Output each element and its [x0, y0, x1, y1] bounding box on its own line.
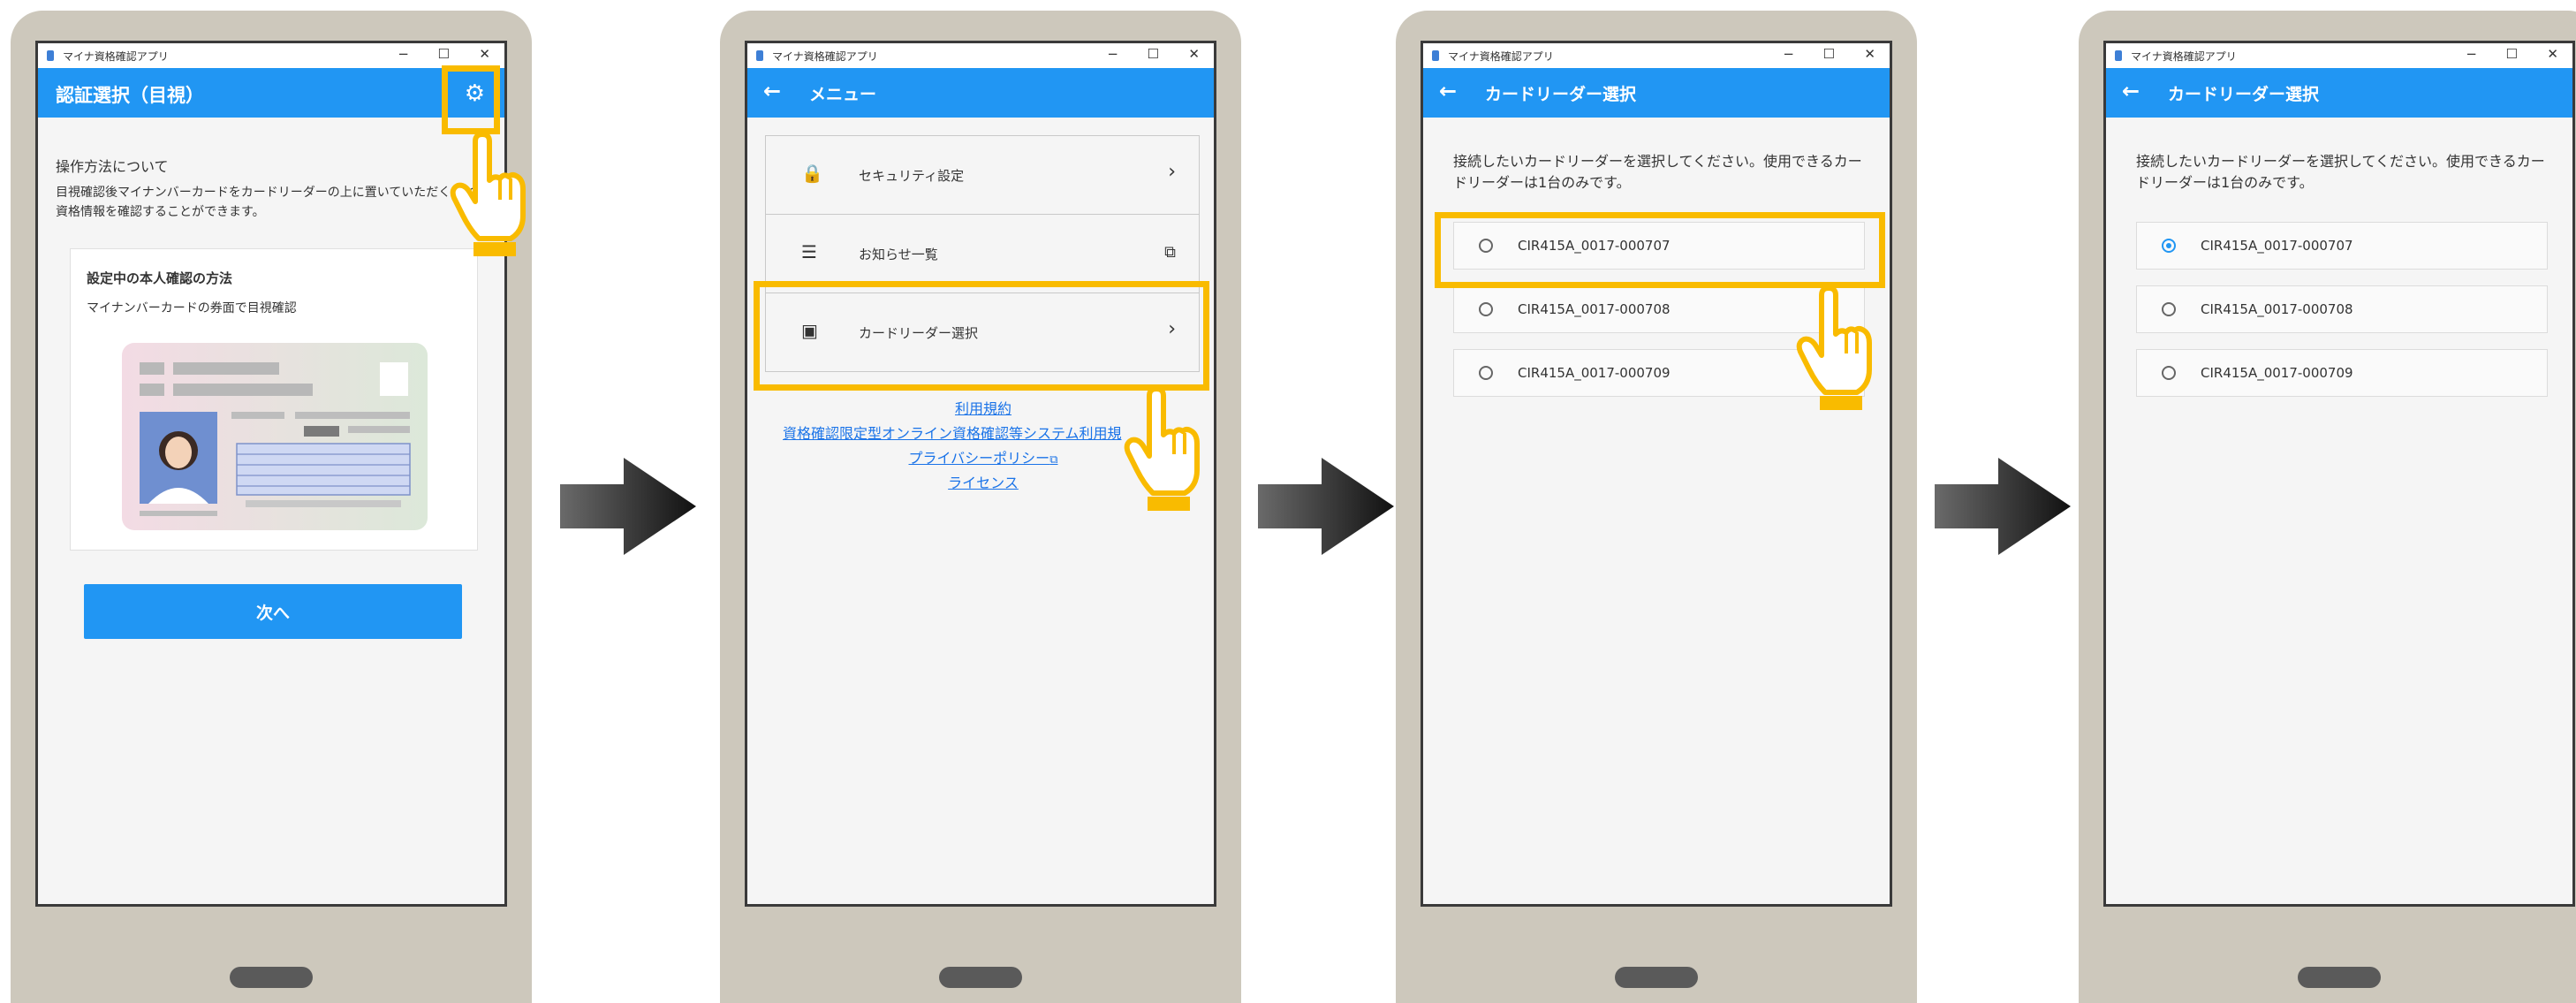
pointing-hand-icon [1124, 389, 1200, 511]
instruction-line2: ドリーダーは1台のみです。 [2136, 174, 2314, 191]
auth-method-card: 設定中の本人確認の方法 マイナンバーカードの券面で目視確認 [70, 248, 478, 551]
reader-option-selected[interactable]: CIR415A_0017-000707 [2136, 222, 2548, 270]
app-icon [2115, 50, 2122, 61]
link-system-terms[interactable]: 資格確認限定型オンライン資格確認等システム利用規 [783, 422, 1122, 443]
phone-frame-step2: マイナ資格確認アプリ − ☐ ✕ ← メニュー 🔒 セキュリティ設定 › ☰ お… [720, 11, 1241, 1003]
radio-button[interactable] [2162, 366, 2176, 380]
back-arrow-icon[interactable]: ← [763, 79, 781, 103]
close-button[interactable]: ✕ [1188, 46, 1200, 62]
close-button[interactable]: ✕ [2547, 46, 2558, 62]
link-privacy-policy-label: プライバシーポリシー [908, 450, 1050, 467]
back-arrow-icon[interactable]: ← [1439, 79, 1457, 103]
app-icon [47, 50, 54, 61]
reader-label: CIR415A_0017-000708 [1518, 301, 1671, 317]
minimize-button[interactable]: − [1107, 46, 1118, 62]
radio-button[interactable] [1479, 302, 1493, 316]
phone-frame-step3: マイナ資格確認アプリ − ☐ ✕ ← カードリーダー選択 接続したいカードリーダ… [1396, 11, 1917, 1003]
open-external-icon: ⧉ [1164, 243, 1176, 262]
window-title: マイナ資格確認アプリ [2131, 50, 2237, 63]
card-heading: 設定中の本人確認の方法 [87, 270, 233, 286]
highlight-frame [1435, 212, 1885, 288]
minimize-button[interactable]: − [1783, 46, 1794, 62]
arrow-right-icon [1935, 458, 2071, 555]
page-title: カードリーダー選択 [1485, 85, 1637, 104]
section-heading: 操作方法について [56, 158, 169, 175]
reader-label: CIR415A_0017-000708 [2201, 301, 2353, 317]
app-bar: ← メニュー [747, 68, 1214, 118]
reader-option[interactable]: CIR415A_0017-000709 [2136, 349, 2548, 397]
window-title: マイナ資格確認アプリ [63, 50, 169, 63]
maximize-button[interactable]: ☐ [1823, 46, 1835, 62]
highlight-frame [754, 281, 1209, 391]
lock-icon: 🔒 [801, 163, 823, 184]
app-window: マイナ資格確認アプリ − ☐ ✕ 認証選択（目視） ⚙ 操作方法について 目視確… [35, 41, 507, 907]
window-titlebar: マイナ資格確認アプリ − ☐ ✕ [2106, 43, 2572, 69]
maximize-button[interactable]: ☐ [1148, 46, 1159, 62]
menu-item-label: お知らせ一覧 [859, 247, 938, 262]
phone-frame-step1: マイナ資格確認アプリ − ☐ ✕ 認証選択（目視） ⚙ 操作方法について 目視確… [11, 11, 532, 1003]
home-button [230, 967, 313, 988]
radio-button[interactable] [1479, 366, 1493, 380]
window-titlebar: マイナ資格確認アプリ − ☐ ✕ [38, 43, 504, 69]
app-icon [1432, 50, 1439, 61]
radio-button-selected[interactable] [2162, 239, 2176, 253]
app-window: マイナ資格確認アプリ − ☐ ✕ ← カードリーダー選択 接続したいカードリーダ… [2103, 41, 2575, 907]
app-bar: ← カードリーダー選択 [1423, 68, 1890, 118]
window-title: マイナ資格確認アプリ [772, 50, 878, 63]
maximize-button[interactable]: ☐ [438, 46, 450, 62]
radio-button[interactable] [2162, 302, 2176, 316]
maximize-button[interactable]: ☐ [2506, 46, 2518, 62]
reader-label: CIR415A_0017-000709 [2201, 365, 2353, 381]
page-title: 認証選択（目視） [56, 85, 204, 106]
minimize-button[interactable]: − [2466, 46, 2477, 62]
home-button [2298, 967, 2381, 988]
home-button [939, 967, 1022, 988]
phone-frame-step4: マイナ資格確認アプリ − ☐ ✕ ← カードリーダー選択 接続したいカードリーダ… [2079, 11, 2576, 1003]
description-line1: 目視確認後マイナンバーカードをカードリーダーの上に置いていただくことで [56, 186, 488, 200]
highlight-frame [442, 65, 500, 134]
my-number-card-illustration [122, 343, 428, 530]
arrow-right-icon [560, 458, 696, 555]
app-window: マイナ資格確認アプリ − ☐ ✕ ← カードリーダー選択 接続したいカードリーダ… [1421, 41, 1892, 907]
page-title: カードリーダー選択 [2168, 85, 2320, 104]
back-arrow-icon[interactable]: ← [2122, 79, 2140, 103]
close-button[interactable]: ✕ [479, 46, 490, 62]
instruction-line1: 接続したいカードリーダーを選択してください。使用できるカー [2136, 153, 2545, 170]
next-button[interactable]: 次へ [84, 584, 462, 639]
card-method: マイナンバーカードの券面で目視確認 [87, 301, 297, 315]
chevron-right-icon: › [1168, 161, 1176, 183]
pointing-hand-icon [450, 134, 526, 256]
description-line2: 資格情報を確認することができます。 [56, 205, 265, 219]
app-bar: ← カードリーダー選択 [2106, 68, 2572, 118]
instruction-line1: 接続したいカードリーダーを選択してください。使用できるカー [1453, 153, 1862, 170]
reader-label: CIR415A_0017-000707 [2201, 238, 2353, 254]
reader-option[interactable]: CIR415A_0017-000708 [2136, 285, 2548, 333]
window-title: マイナ資格確認アプリ [1448, 50, 1554, 63]
arrow-right-icon [1258, 458, 1394, 555]
instruction-line2: ドリーダーは1台のみです。 [1453, 174, 1631, 191]
app-icon [756, 50, 763, 61]
window-titlebar: マイナ資格確認アプリ − ☐ ✕ [1423, 43, 1890, 69]
reader-label: CIR415A_0017-000709 [1518, 365, 1671, 381]
page-title: メニュー [809, 85, 877, 104]
minimize-button[interactable]: − [398, 46, 409, 62]
close-button[interactable]: ✕ [1864, 46, 1875, 62]
app-bar: 認証選択（目視） ⚙ [38, 68, 504, 118]
window-titlebar: マイナ資格確認アプリ − ☐ ✕ [747, 43, 1214, 69]
open-external-icon: ⧉ [1049, 453, 1058, 467]
home-button [1615, 967, 1698, 988]
pointing-hand-icon [1796, 288, 1872, 410]
list-icon: ☰ [801, 241, 817, 262]
menu-item-security[interactable]: 🔒 セキュリティ設定 › [766, 136, 1199, 215]
menu-item-label: セキュリティ設定 [859, 168, 965, 184]
